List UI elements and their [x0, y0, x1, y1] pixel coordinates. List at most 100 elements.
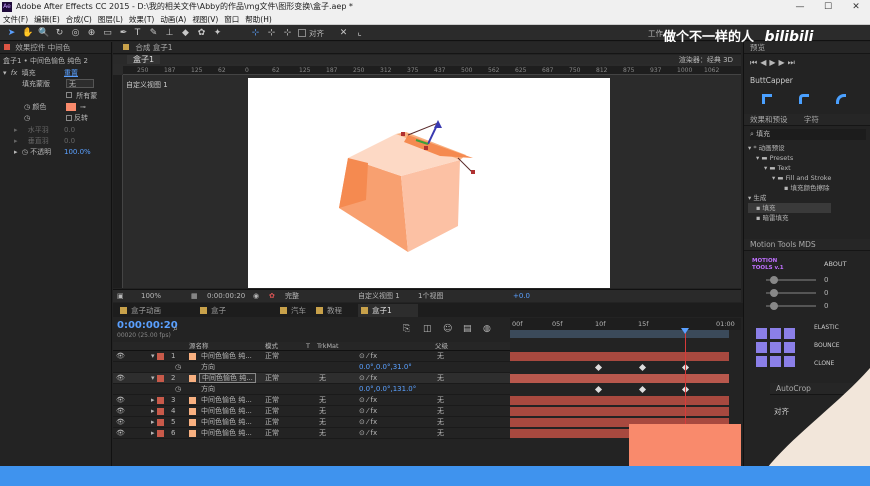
- property-row[interactable]: ◷ 方向 0.0°,0.0°,31.0°: [113, 362, 510, 373]
- menu-file[interactable]: 文件(F): [0, 14, 31, 25]
- square-cap-icon[interactable]: [836, 94, 846, 104]
- expand-arrow-icon[interactable]: ▾: [151, 351, 155, 362]
- label-color[interactable]: [157, 375, 164, 382]
- trkmat-dropdown[interactable]: 无: [319, 428, 326, 439]
- anchor-handle[interactable]: [471, 170, 475, 174]
- tree-item[interactable]: ▪ 暗雷填充: [748, 213, 831, 223]
- parent-dropdown[interactable]: 无: [437, 395, 444, 406]
- butt-cap-icon[interactable]: [762, 94, 772, 104]
- rotate-tool-icon[interactable]: ↻: [54, 28, 65, 38]
- layer-duration-bar[interactable]: [510, 374, 729, 383]
- tree-item[interactable]: ▾ ▬ Text: [748, 163, 831, 173]
- layer-name[interactable]: 中间色愉色 纯...: [201, 395, 252, 406]
- tree-item-selected[interactable]: ▪ 填充: [748, 203, 832, 213]
- time-ruler[interactable]: 00f 05f 10f 15f 01:00: [510, 318, 741, 330]
- eye-icon[interactable]: 👁: [116, 351, 125, 362]
- layer-switches[interactable]: ⊙ ⁄ fx: [359, 417, 377, 428]
- stopwatch-icon[interactable]: ◷: [24, 114, 30, 122]
- keyframe[interactable]: [638, 385, 647, 394]
- puppet-tool-icon[interactable]: ✦: [212, 28, 223, 38]
- stopwatch-icon[interactable]: ◷: [175, 362, 181, 373]
- expand-arrow-icon[interactable]: ▸: [14, 148, 18, 156]
- menu-view[interactable]: 视图(V): [189, 14, 221, 25]
- layer-row[interactable]: 👁 ▾ 1 中间色愉色 纯... 正常 ⊙ ⁄ fx 无: [113, 351, 510, 362]
- layer-switches[interactable]: ⊙ ⁄ fx: [359, 373, 377, 384]
- label-color[interactable]: [157, 353, 164, 360]
- work-area-bar[interactable]: [510, 330, 729, 338]
- motion-blur-icon[interactable]: ◍: [483, 324, 491, 334]
- search-icon[interactable]: ⌕: [173, 324, 178, 334]
- tree-item[interactable]: ▾ ▬ Fill and Stroke: [748, 173, 831, 183]
- menu-edit[interactable]: 编辑(E): [31, 14, 63, 25]
- keyframe[interactable]: [594, 385, 603, 394]
- blend-mode-dropdown[interactable]: 正常: [265, 417, 279, 428]
- camera-snapshot-icon[interactable]: ◉: [253, 290, 259, 303]
- pan-behind-icon[interactable]: ⊕: [86, 28, 97, 38]
- timeline-tab-5-active[interactable]: 盒子1: [358, 304, 418, 317]
- character-tab[interactable]: 字符: [804, 115, 819, 124]
- layer-duration-bar[interactable]: [510, 352, 729, 361]
- snap-edges-icon[interactable]: ⌞: [354, 28, 365, 38]
- trkmat-dropdown[interactable]: 无: [319, 373, 326, 384]
- tree-item[interactable]: ▪ 填充颜色擦除: [748, 183, 831, 193]
- column-parent[interactable]: 父级: [435, 342, 448, 351]
- pen-tool-icon[interactable]: ✒: [118, 28, 129, 38]
- zoom-dropdown[interactable]: 100%: [141, 290, 161, 303]
- label-color[interactable]: [157, 408, 164, 415]
- keyframe[interactable]: [638, 363, 647, 372]
- column-source-name[interactable]: 源名称: [189, 342, 209, 351]
- expand-arrow-icon[interactable]: ▾: [151, 373, 155, 384]
- anchor-handle[interactable]: [424, 146, 428, 150]
- comp-timecode[interactable]: 0:00:00:20: [207, 290, 245, 303]
- parent-dropdown[interactable]: 无: [437, 417, 444, 428]
- fill-mask-dropdown[interactable]: 无: [66, 79, 94, 88]
- comp-flowchart-icon[interactable]: ⎘: [403, 324, 410, 334]
- color-swatch[interactable]: [66, 103, 76, 111]
- eye-icon[interactable]: 👁: [116, 395, 125, 406]
- parent-dropdown[interactable]: 无: [437, 406, 444, 417]
- snap-options-icon[interactable]: ✕: [338, 28, 349, 38]
- snap-checkbox[interactable]: [298, 29, 306, 37]
- shy-icon[interactable]: ☺: [443, 324, 452, 334]
- layer-switches[interactable]: ⊙ ⁄ fx: [359, 406, 377, 417]
- menu-composition[interactable]: 合成(C): [63, 14, 95, 25]
- expand-arrow-icon[interactable]: ▸: [14, 126, 18, 134]
- blend-mode-dropdown[interactable]: 正常: [265, 406, 279, 417]
- motion-tools-header[interactable]: Motion Tools MDS: [744, 239, 870, 251]
- label-color[interactable]: [157, 430, 164, 437]
- effects-search-input[interactable]: ⌕ 填充: [750, 129, 866, 140]
- about-button[interactable]: ABOUT: [824, 260, 847, 268]
- close-icon[interactable]: ✕: [842, 0, 870, 14]
- eraser-icon[interactable]: ◆: [180, 28, 191, 38]
- menu-animation[interactable]: 动画(A): [157, 14, 189, 25]
- local-axis-icon[interactable]: ⊹: [250, 28, 261, 38]
- layer-duration-bar[interactable]: [510, 396, 729, 405]
- property-value[interactable]: 0.0°,0.0°,31.0°: [359, 362, 412, 373]
- resolution-dropdown[interactable]: 完整: [285, 290, 299, 303]
- trkmat-dropdown[interactable]: 无: [319, 417, 326, 428]
- invert-checkbox[interactable]: [66, 115, 72, 121]
- layer-switches[interactable]: ⊙ ⁄ fx: [359, 351, 377, 362]
- exposure-value[interactable]: +0.0: [513, 290, 530, 303]
- tree-item[interactable]: ▾ 生成: [748, 193, 831, 203]
- layer-name[interactable]: 中间色愉色 纯...: [201, 351, 252, 362]
- maximize-icon[interactable]: ☐: [814, 0, 842, 14]
- layer-row[interactable]: 👁 ▸ 5 中间色愉色 纯... 正常 无 ⊙ ⁄ fx 无: [113, 417, 510, 428]
- preview-tab[interactable]: 预览: [744, 42, 870, 54]
- timeline-tab-2[interactable]: 盒子: [197, 304, 277, 317]
- grid-toggle-icon[interactable]: ▣: [117, 290, 124, 303]
- camera-tool-icon[interactable]: ◎: [70, 28, 81, 38]
- effects-presets-tab[interactable]: 效果和预设: [750, 115, 788, 124]
- tree-item[interactable]: ▾ ▬ Presets: [748, 153, 831, 163]
- layer-duration-bar[interactable]: [510, 407, 729, 416]
- minimize-icon[interactable]: —: [786, 0, 814, 14]
- expand-arrow-icon[interactable]: ▸: [151, 395, 155, 406]
- parent-dropdown[interactable]: 无: [437, 351, 444, 362]
- h-feather-value[interactable]: 0.0: [64, 125, 75, 135]
- all-masks-checkbox[interactable]: [66, 92, 72, 98]
- layer-row[interactable]: 👁 ▸ 3 中间色愉色 纯... 正常 无 ⊙ ⁄ fx 无: [113, 395, 510, 406]
- workspace-label[interactable]: 工作: [648, 28, 663, 39]
- slider-value[interactable]: 0: [824, 276, 828, 284]
- views-dropdown[interactable]: 1个视图: [418, 290, 443, 303]
- column-trkmat[interactable]: TrkMat: [317, 342, 339, 351]
